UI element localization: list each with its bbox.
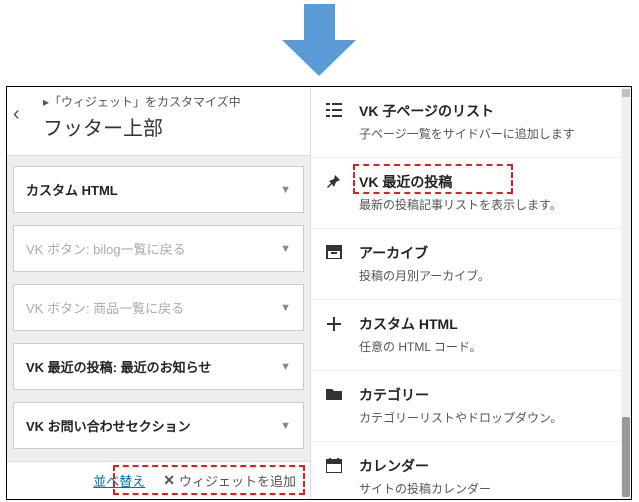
available-widget-desc: 任意の HTML コード。 [359,338,611,356]
available-widget-item[interactable]: カスタム HTML 任意の HTML コード。 [311,300,621,371]
calendar-icon [323,456,345,498]
close-icon: ✕ [163,472,175,489]
widget-item[interactable]: VK ボタン: 商品一覧に戻る ▼ [13,284,304,331]
pin-icon [323,172,345,214]
widget-item[interactable]: VK ボタン: bilog一覧に戻る ▼ [13,225,304,272]
add-widget-button[interactable]: ✕ ウィジェットを追加 [157,467,302,494]
caret-down-icon: ▼ [280,184,291,196]
available-widget-desc: 最新の投稿記事リストを表示します。 [359,196,611,214]
available-widget-item[interactable]: カテゴリー カテゴリーリストやドロップダウン。 [311,371,621,442]
page-title: フッター上部 [43,112,300,141]
customizer-panel: ‹ ▸「ウィジェット」をカスタマイズ中 フッター上部 カスタム HTML ▼ V… [6,86,632,500]
widgets-list: カスタム HTML ▼ VK ボタン: bilog一覧に戻る ▼ VK ボタン:… [7,156,310,461]
back-button[interactable]: ‹ [13,103,20,126]
available-widget-item[interactable]: カレンダー サイトの投稿カレンダー [311,442,621,499]
list-icon [323,101,345,143]
archive-icon [323,243,345,285]
available-widget-item[interactable]: VK 子ページのリスト 子ページ一覧をサイドバーに追加します [311,87,621,158]
scrollbar[interactable] [621,87,631,499]
reorder-link[interactable]: 並べ替え [93,471,145,490]
available-widget-title: カレンダー [359,456,611,476]
widget-label: VK ボタン: bilog一覧に戻る [26,239,186,258]
available-widget-item[interactable]: アーカイブ 投稿の月別アーカイブ。 [311,229,621,300]
available-widget-desc: 子ページ一覧をサイドバーに追加します [359,125,611,143]
widget-item[interactable]: VK 最近の投稿: 最近のお知らせ ▼ [13,343,304,390]
widget-item[interactable]: VK お問い合わせセクション ▼ [13,402,304,449]
available-widget-title: アーカイブ [359,243,611,263]
available-widget-title: カテゴリー [359,385,611,405]
available-widgets-panel: VK 子ページのリスト 子ページ一覧をサイドバーに追加します VK 最近の投稿 … [311,87,631,499]
widget-item[interactable]: カスタム HTML ▼ [13,166,304,213]
available-widget-title: カスタム HTML [359,314,611,334]
widget-label: VK ボタン: 商品一覧に戻る [26,298,184,317]
widget-label: VK 最近の投稿: 最近のお知らせ [26,357,211,376]
folder-icon [323,385,345,427]
widget-label: カスタム HTML [26,180,118,199]
available-widget-title: VK 子ページのリスト [359,101,611,121]
available-widget-desc: カテゴリーリストやドロップダウン。 [359,409,611,427]
caret-down-icon: ▼ [280,420,291,432]
down-arrow-graphic [292,4,347,74]
available-widget-desc: サイトの投稿カレンダー [359,480,611,498]
sidebar-footer: 並べ替え ✕ ウィジェットを追加 [7,461,310,499]
plus-icon [323,314,345,356]
available-widget-desc: 投稿の月別アーカイブ。 [359,267,611,285]
sidebar-header: ‹ ▸「ウィジェット」をカスタマイズ中 フッター上部 [7,87,310,156]
caret-down-icon: ▼ [280,243,291,255]
available-widget-title: VK 最近の投稿 [359,172,611,192]
widget-label: VK お問い合わせセクション [26,416,191,435]
caret-down-icon: ▼ [280,361,291,373]
widgets-sidebar: ‹ ▸「ウィジェット」をカスタマイズ中 フッター上部 カスタム HTML ▼ V… [7,87,311,499]
breadcrumb: ▸「ウィジェット」をカスタマイズ中 [43,93,300,110]
caret-down-icon: ▼ [280,302,291,314]
add-widget-label: ウィジェットを追加 [179,471,296,490]
available-widget-item[interactable]: VK 最近の投稿 最新の投稿記事リストを表示します。 [311,158,621,229]
